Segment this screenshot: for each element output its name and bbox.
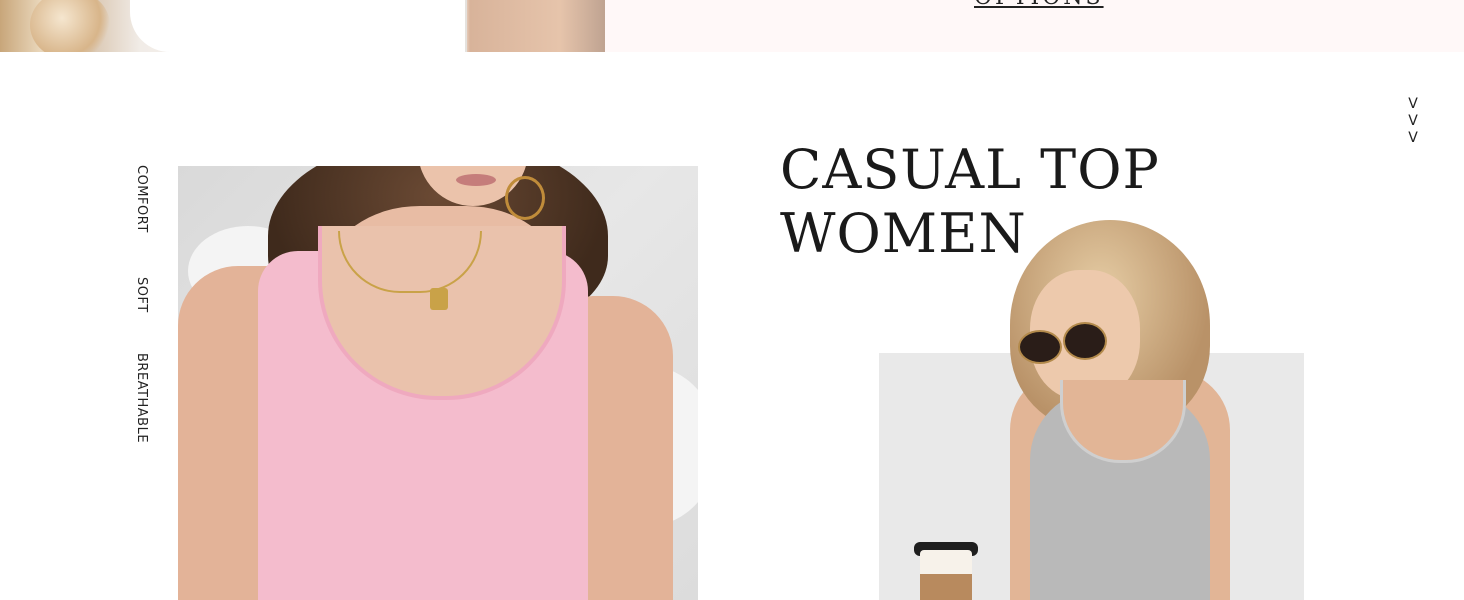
model-arm-right <box>573 296 673 600</box>
top-banner: OPTIONS <box>0 0 1464 52</box>
gray-tank-photo <box>900 210 1320 600</box>
chevron-down-icon: V <box>1408 113 1418 129</box>
chevron-down-icon: V <box>1408 130 1418 146</box>
coffee-cup-icon <box>920 550 972 600</box>
sunglasses-icon <box>1063 322 1107 360</box>
necklace-pendant <box>430 288 448 310</box>
white-shirt-detail <box>130 0 467 52</box>
feature-comfort: COMFORT <box>134 165 149 233</box>
model-lips <box>456 174 496 186</box>
chevron-down-icon: V <box>1408 96 1418 112</box>
earring <box>505 176 545 220</box>
title-line-1: CASUAL TOP <box>780 138 1160 201</box>
feature-breathable: BREATHABLE <box>134 353 149 444</box>
banner-photo <box>0 0 605 52</box>
sunglasses-icon <box>1018 330 1062 364</box>
pink-tank-photo <box>178 166 698 600</box>
banner-options-link[interactable]: OPTIONS <box>974 0 1104 8</box>
fur-detail <box>30 0 110 52</box>
feature-soft: SOFT <box>134 277 149 313</box>
